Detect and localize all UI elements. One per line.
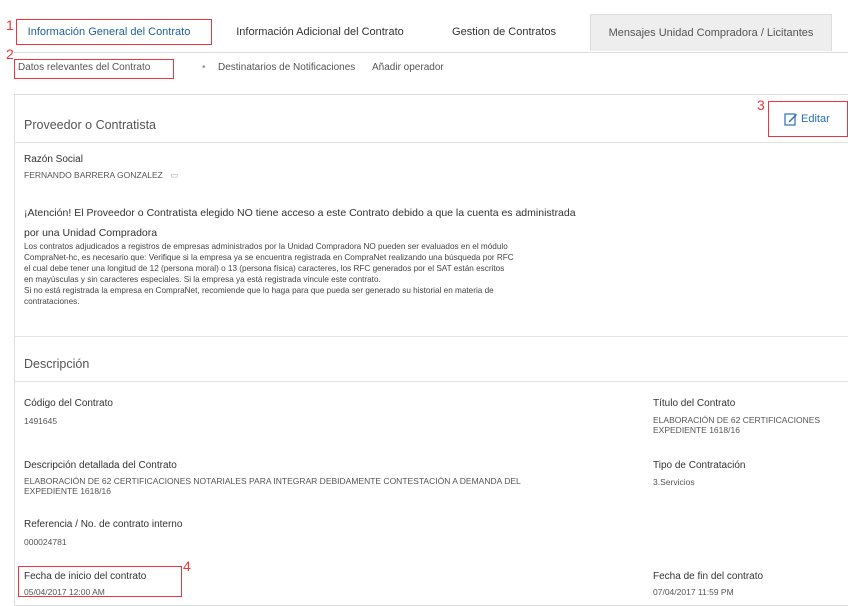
descripcion-line: ELABORACIÓN DE 62 CERTIFICACIONES NOTARI… [24,476,521,486]
codigo-value: 1491645 [24,416,58,426]
body-line: en mayúsculas y sin caracteres especiale… [24,275,381,284]
subnav-datos-relevantes[interactable]: Datos relevantes del Contrato [18,62,150,73]
tab-informacion-adicional[interactable]: Información Adicional del Contrato [228,14,412,51]
referencia-value: 000024781 [24,537,67,547]
divider [14,336,848,337]
edit-button[interactable]: Editar [784,112,830,126]
titulo-line: EXPEDIENTE 1618/16 [653,425,740,435]
edit-icon [784,113,797,126]
subnav-separator: • [202,62,206,73]
descripcion-line: EXPEDIENTE 1618/16 [24,486,111,496]
fecha-fin-label: Fecha de fin del contrato [653,571,764,582]
annotation-box-1 [16,19,212,45]
tab-gestion-contratos[interactable]: Gestion de Contratos [434,14,574,51]
body-line: Los contratos adjudicados a registros de… [24,242,508,251]
subnav-anadir-operador[interactable]: Añadir operador [372,62,444,73]
descripcion-detallada-value: ELABORACIÓN DE 62 CERTIFICACIONES NOTARI… [24,476,634,496]
titulo-value: ELABORACIÓN DE 62 CERTIFICACIONES EXPEDI… [653,415,848,435]
copy-icon[interactable]: ▭ [170,170,178,180]
fecha-inicio-label: Fecha de inicio del contrato [24,571,147,582]
annotation-marker-2: 2 [6,46,14,62]
descripcion-detallada-label: Descripción detallada del Contrato [24,460,177,471]
razon-social-label: Razón Social [24,154,83,165]
fecha-inicio-value: 05/04/2017 12:00 AM [24,587,105,597]
section-title-proveedor: Proveedor o Contratista [24,118,157,132]
body-line: contrataciones. [24,297,80,306]
razon-social-value: FERNANDO BARRERA GONZALEZ ▭ [24,170,178,181]
divider [14,381,848,382]
fecha-fin-value: 07/04/2017 11:59 PM [653,587,734,597]
annotation-marker-1: 1 [6,17,14,33]
body-line: el cual debe tener una longitud de 12 (p… [24,264,505,273]
body-line: Si no está registrada la empresa en Comp… [24,286,494,295]
codigo-label: Código del Contrato [24,398,113,409]
tipo-contratacion-value: 3.Servicios [653,477,695,487]
titulo-label: Título del Contrato [653,398,736,409]
body-line: CompraNet-hc, es necesario que: Verifiqu… [24,253,514,262]
tab-mensajes[interactable]: Mensajes Unidad Compradora / Licitantes [590,14,832,51]
titulo-line: ELABORACIÓN DE 62 CERTIFICACIONES [653,415,821,425]
warning-message: ¡Atención! El Proveedor o Contratista el… [24,207,576,239]
section-title-descripcion: Descripción [24,357,90,371]
edit-button-label: Editar [801,113,830,125]
subnav-destinatarios[interactable]: Destinatarios de Notificaciones [218,62,355,73]
tipo-contratacion-label: Tipo de Contratación [653,460,746,471]
razon-social-text: FERNANDO BARRERA GONZALEZ [24,170,163,180]
referencia-label: Referencia / No. de contrato interno [24,519,183,530]
divider [14,142,848,143]
warning-body: Los contratos adjudicados a registros de… [24,241,644,307]
